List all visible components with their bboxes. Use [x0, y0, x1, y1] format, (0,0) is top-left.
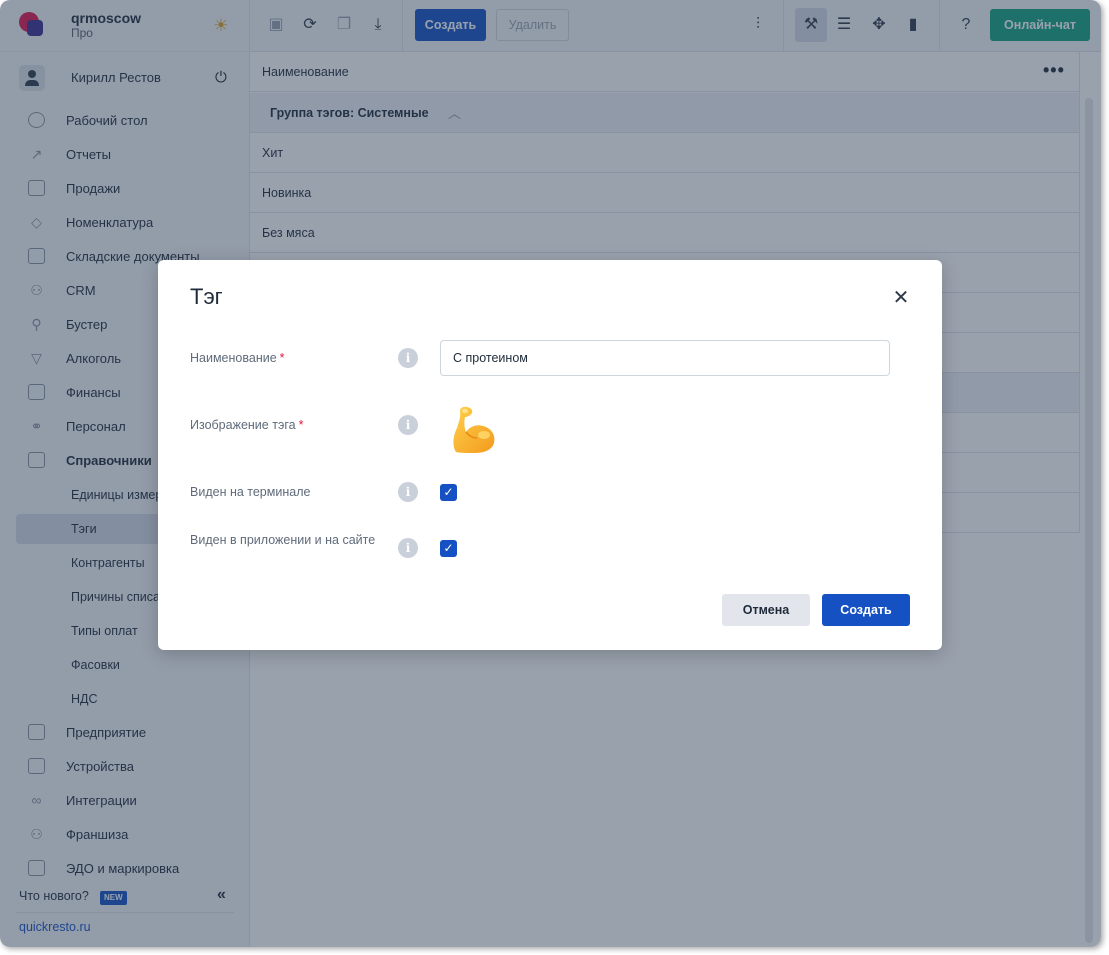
info-icon[interactable]: i: [398, 348, 418, 368]
required-mark: *: [298, 418, 304, 432]
image-field-label: Изображение тэга *: [190, 418, 304, 432]
terminal-visible-checkbox[interactable]: ✓: [440, 484, 457, 501]
info-icon[interactable]: i: [398, 538, 418, 558]
info-icon[interactable]: i: [398, 415, 418, 435]
app-visible-checkbox[interactable]: ✓: [440, 540, 457, 557]
required-mark: *: [279, 351, 285, 365]
name-input[interactable]: [440, 340, 890, 376]
tag-dialog: Тэг ✕ Наименование* i Изображение тэга* …: [158, 260, 942, 650]
app-field-label: Виден в приложении и на сайте: [190, 533, 376, 547]
terminal-field-label: Виден на терминале: [190, 485, 311, 499]
app-window: qrmoscow Про ☀ Кирилл Рестов ⏻ Рабочий с…: [0, 0, 1101, 947]
name-field-label: Наименование *: [190, 351, 285, 365]
cancel-button[interactable]: Отмена: [722, 594, 810, 626]
flexed-biceps-icon[interactable]: [446, 402, 500, 456]
info-icon[interactable]: i: [398, 482, 418, 502]
close-icon[interactable]: ✕: [891, 288, 911, 308]
dialog-title: Тэг: [190, 284, 223, 309]
create-button[interactable]: Создать: [822, 594, 910, 626]
